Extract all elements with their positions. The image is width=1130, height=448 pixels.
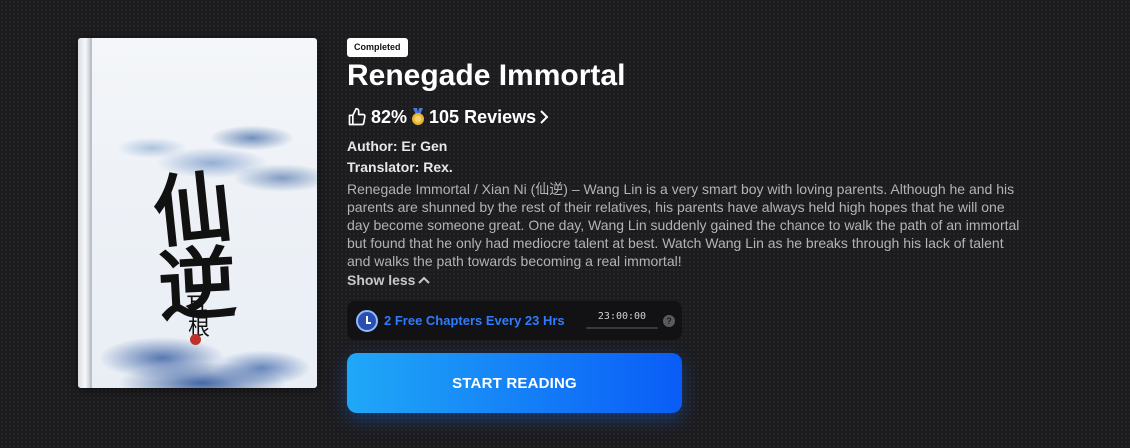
- translator-line: Translator: Rex.: [347, 159, 453, 175]
- book-cover: 仙 逆 耳 根: [78, 38, 317, 388]
- free-chapters-label: 2 Free Chapters Every 23 Hrs: [384, 313, 565, 328]
- cover-red-seal: [190, 334, 201, 345]
- countdown-timer: 23:00:00: [597, 311, 647, 322]
- rating-row: 82% 105 Reviews: [347, 104, 549, 130]
- book-title: Renegade Immortal: [347, 59, 626, 92]
- thumbs-up-icon: [347, 107, 367, 127]
- countdown-progress-bar: [586, 327, 658, 329]
- show-less-toggle[interactable]: Show less: [347, 272, 431, 288]
- cover-spine: [78, 38, 90, 388]
- start-reading-button[interactable]: START READING: [347, 353, 682, 413]
- clock-icon: [356, 310, 378, 332]
- help-icon[interactable]: ?: [663, 315, 675, 327]
- reviews-count: 105 Reviews: [429, 106, 537, 127]
- show-less-label: Show less: [347, 272, 416, 288]
- reviews-link[interactable]: 105 Reviews: [429, 107, 549, 128]
- chevron-up-icon: [418, 272, 431, 288]
- free-chapters-panel: 2 Free Chapters Every 23 Hrs 23:00:00 ?: [347, 301, 682, 340]
- status-badge: Completed: [347, 38, 408, 57]
- rating-percent: 82%: [371, 106, 408, 127]
- medal-icon: [411, 108, 425, 126]
- book-description: Renegade Immortal / Xian Ni (仙逆) – Wang …: [347, 181, 1020, 269]
- author-line: Author: Er Gen: [347, 138, 448, 154]
- chevron-right-icon: [539, 110, 549, 124]
